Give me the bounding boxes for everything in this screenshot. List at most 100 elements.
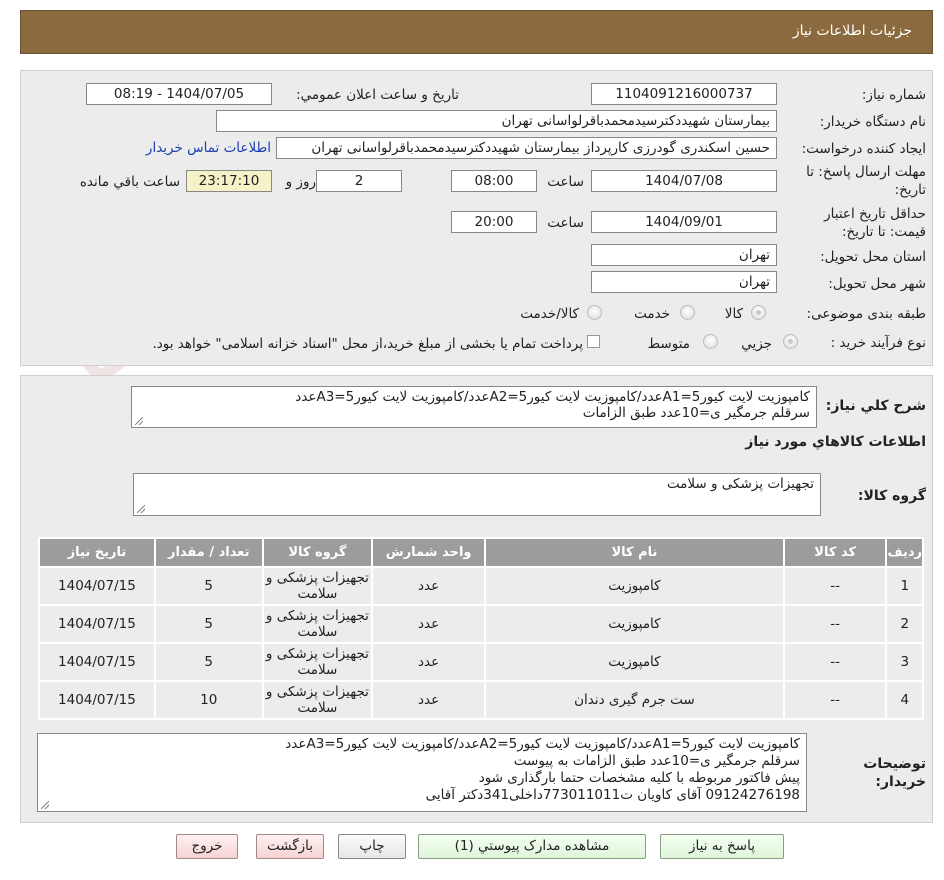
buyer-notes-label-line2: خریدار: [875, 774, 926, 790]
deadline-label-line2: تاریخ: [894, 182, 926, 198]
item-unit: عدد [371, 680, 486, 720]
row-number: 3 [885, 642, 924, 682]
table-row: 3 -- کامپوزیت عدد تجهیزات پزشکی و سلامت … [38, 642, 924, 682]
col-name-header: نام کالا [483, 537, 785, 568]
goods-info-title: اطلاعات کالاهاي مورد نیاز [745, 434, 926, 450]
days-label: روز و [285, 174, 316, 190]
item-group: تجهیزات پزشکی و سلامت [261, 680, 374, 720]
item-date: 1404/07/15 [38, 604, 156, 644]
row-number: 2 [885, 604, 924, 644]
summary-line-2: سرقلم جرمگیر ی=10عدد طبق الزامات [582, 405, 810, 421]
item-qty: 5 [153, 642, 264, 682]
buyer-org-label: نام دستگاه خریدار: [819, 114, 926, 130]
resize-grip-icon[interactable] [135, 417, 143, 425]
process-option-medium: متوسط [647, 336, 690, 352]
category-radio-goods[interactable] [751, 305, 766, 320]
item-name: ست جرم گیری دندان [483, 680, 785, 720]
announce-datetime-label: تاریخ و ساعت اعلان عمومي: [296, 87, 459, 103]
row-number: 4 [885, 680, 924, 720]
page-header: جزئیات اطلاعات نیاز [20, 10, 933, 54]
countdown-timer: 23:17:10 [186, 170, 272, 192]
resize-grip-icon[interactable] [41, 801, 49, 809]
buyer-notes-label-line1: توضیحات [863, 756, 926, 772]
item-group: تجهیزات پزشکی و سلامت [261, 642, 374, 682]
buyer-note-line-1: کامپوزیت لایت کیور5=A1عدد/کامپوزیت لایت … [285, 736, 800, 752]
item-unit: عدد [371, 642, 486, 682]
item-name: کامپوزیت [483, 604, 785, 644]
table-row: 1 -- کامپوزیت عدد تجهیزات پزشکی و سلامت … [38, 566, 924, 606]
item-name: کامپوزیت [483, 642, 785, 682]
item-group: تجهیزات پزشکی و سلامت [261, 604, 374, 644]
deadline-label-line1: مهلت ارسال پاسخ: تا [806, 164, 926, 180]
treasury-payment-note: پرداخت تمام یا بخشی از مبلغ خرید،از محل … [152, 336, 583, 352]
view-attachments-button[interactable]: مشاهده مدارک پیوستي (1) [418, 834, 646, 859]
item-qty: 5 [153, 604, 264, 644]
item-code: -- [782, 680, 888, 720]
deadline-time-label: ساعت [547, 174, 584, 190]
category-option-goods: کالا [724, 306, 743, 322]
buyer-org-field: بیمارستان شهیددکترسیدمحمدباقرلواسانی تهر… [216, 110, 777, 132]
validity-date-field: 1404/09/01 [591, 211, 777, 233]
goods-group-value: تجهیزات پزشکی و سلامت [666, 476, 814, 492]
buyer-contact-link[interactable]: اطلاعات تماس خریدار [146, 140, 271, 156]
item-qty: 5 [153, 566, 264, 606]
category-option-service: خدمت [634, 306, 670, 322]
col-row-header: ردیف [885, 537, 924, 568]
category-option-goods-service: کالا/خدمت [520, 306, 579, 322]
col-qty-header: تعداد / مقدار [153, 537, 264, 568]
summary-label: شرح کلي نیاز: [825, 398, 926, 414]
category-radio-service[interactable] [680, 305, 695, 320]
process-radio-minor[interactable] [783, 334, 798, 349]
validity-label-line2: قیمت: تا تاریخ: [842, 224, 926, 240]
process-type-label: نوع فرآیند خرید : [830, 335, 926, 351]
item-code: -- [782, 642, 888, 682]
treasury-checkbox[interactable] [587, 335, 600, 348]
item-date: 1404/07/15 [38, 680, 156, 720]
creator-label: ایجاد کننده درخواست: [801, 141, 926, 157]
time-remaining-label: ساعت باقي مانده [79, 174, 180, 190]
reply-to-need-button[interactable]: پاسخ به نیاز [660, 834, 784, 859]
item-code: -- [782, 604, 888, 644]
col-group-header: گروه کالا [261, 537, 374, 568]
need-number-label: شماره نیاز: [861, 87, 926, 103]
deadline-date-field: 1404/07/08 [591, 170, 777, 192]
row-number: 1 [885, 566, 924, 606]
buyer-notes-textarea[interactable]: کامپوزیت لایت کیور5=A1عدد/کامپوزیت لایت … [37, 733, 807, 812]
summary-textarea[interactable]: کامپوزیت لایت کیور5=A1عدد/کامپوزیت لایت … [131, 386, 817, 428]
item-date: 1404/07/15 [38, 642, 156, 682]
table-row: 4 -- ست جرم گیری دندان عدد تجهیزات پزشکی… [38, 680, 924, 720]
buyer-note-line-2: سرقلم جرمگیر ی=10عدد طبق الزامات به پیوس… [513, 753, 800, 769]
validity-time-label: ساعت [547, 215, 584, 231]
process-radio-medium[interactable] [703, 334, 718, 349]
back-button[interactable]: بازگشت [256, 834, 324, 859]
summary-line-1: کامپوزیت لایت کیور5=A1عدد/کامپوزیت لایت … [295, 389, 810, 405]
process-option-minor: جزیي [741, 336, 772, 352]
goods-group-label: گروه کالا: [857, 488, 926, 504]
category-label: طبقه بندی موضوعی: [806, 306, 926, 322]
validity-label-line1: حداقل تاریخ اعتبار [824, 206, 926, 222]
category-radio-goods-service[interactable] [587, 305, 602, 320]
print-button[interactable]: چاپ [338, 834, 406, 859]
province-field: تهران [591, 244, 777, 266]
item-code: -- [782, 566, 888, 606]
item-unit: عدد [371, 604, 486, 644]
item-unit: عدد [371, 566, 486, 606]
item-group: تجهیزات پزشکی و سلامت [261, 566, 374, 606]
exit-button[interactable]: خروج [176, 834, 238, 859]
resize-grip-icon[interactable] [137, 505, 145, 513]
validity-time-field: 20:00 [451, 211, 537, 233]
col-code-header: کد کالا [782, 537, 888, 568]
need-number-field: 1104091216000737 [591, 83, 777, 105]
days-remaining-field: 2 [316, 170, 402, 192]
table-row: 2 -- کامپوزیت عدد تجهیزات پزشکی و سلامت … [38, 604, 924, 644]
announce-datetime-field: 1404/07/05 - 08:19 [86, 83, 272, 105]
item-name: کامپوزیت [483, 566, 785, 606]
province-label: استان محل تحویل: [820, 249, 926, 265]
buyer-note-line-4: 09124276198 آقای کاویان ت773011011داخلی3… [425, 787, 800, 803]
item-date: 1404/07/15 [38, 566, 156, 606]
creator-field: حسین اسکندری گودرزی کارپرداز بیمارستان ش… [276, 137, 777, 159]
goods-group-textarea[interactable]: تجهیزات پزشکی و سلامت [133, 473, 821, 516]
col-unit-header: واحد شمارش [371, 537, 486, 568]
buyer-note-line-3: پیش فاکتور مربوطه با کلیه مشخصات حتما با… [478, 770, 800, 786]
city-label: شهر محل تحویل: [828, 276, 926, 292]
